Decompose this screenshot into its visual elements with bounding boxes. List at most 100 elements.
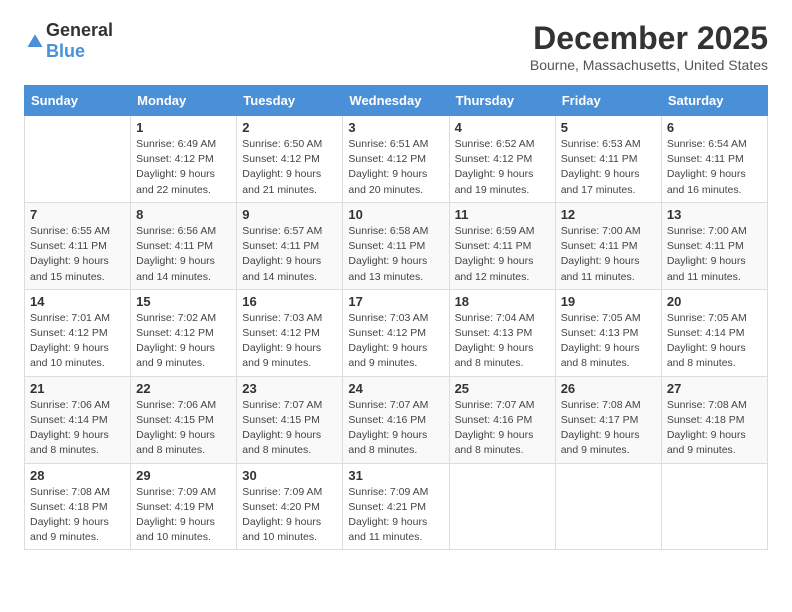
calendar-cell: 10Sunrise: 6:58 AM Sunset: 4:11 PM Dayli… — [343, 202, 449, 289]
calendar-week-2: 7Sunrise: 6:55 AM Sunset: 4:11 PM Daylig… — [25, 202, 768, 289]
day-info: Sunrise: 7:03 AM Sunset: 4:12 PM Dayligh… — [242, 311, 337, 372]
calendar-cell: 26 Sunrise: 7:08 AM Sunset: 4:17 PM Dayli… — [555, 376, 661, 463]
weekday-header-thursday: Thursday — [449, 86, 555, 116]
calendar-cell: 22 Sunrise: 7:06 AM Sunset: 4:15 PM Dayli… — [131, 376, 237, 463]
day-info: Sunrise: 6:54 AM Sunset: 4:11 PM Dayligh… — [667, 137, 762, 198]
day-info: Sunrise: 7:07 AM Sunset: 4:16 PM Dayligh… — [348, 398, 443, 459]
title-area: December 2025 Bourne, Massachusetts, Uni… — [530, 20, 768, 73]
day-number: 30 — [242, 468, 337, 483]
calendar-cell: 29Sunrise: 7:09 AM Sunset: 4:19 PM Dayli… — [131, 463, 237, 550]
day-info: Sunrise: 7:09 AM Sunset: 4:21 PM Dayligh… — [348, 485, 443, 546]
day-number: 20 — [667, 294, 762, 309]
day-info: Sunrise: 7:09 AM Sunset: 4:20 PM Dayligh… — [242, 485, 337, 546]
calendar-cell: 5 Sunrise: 6:53 AM Sunset: 4:11 PM Daylig… — [555, 116, 661, 203]
weekday-header-tuesday: Tuesday — [237, 86, 343, 116]
calendar-cell: 31 Sunrise: 7:09 AM Sunset: 4:21 PM Dayli… — [343, 463, 449, 550]
calendar-cell: 19 Sunrise: 7:05 AM Sunset: 4:13 PM Dayli… — [555, 289, 661, 376]
calendar-cell: 27Sunrise: 7:08 AM Sunset: 4:18 PM Dayli… — [661, 376, 767, 463]
logo-icon — [26, 32, 44, 50]
day-number: 16 — [242, 294, 337, 309]
day-info: Sunrise: 6:49 AM Sunset: 4:12 PM Dayligh… — [136, 137, 231, 198]
day-number: 27 — [667, 381, 762, 396]
calendar-cell — [25, 116, 131, 203]
location-subtitle: Bourne, Massachusetts, United States — [530, 57, 768, 73]
calendar-week-5: 28Sunrise: 7:08 AM Sunset: 4:18 PM Dayli… — [25, 463, 768, 550]
day-number: 18 — [455, 294, 550, 309]
day-info: Sunrise: 6:59 AM Sunset: 4:11 PM Dayligh… — [455, 224, 550, 285]
calendar-cell: 11 Sunrise: 6:59 AM Sunset: 4:11 PM Dayli… — [449, 202, 555, 289]
day-number: 28 — [30, 468, 125, 483]
calendar-cell: 14 Sunrise: 7:01 AM Sunset: 4:12 PM Dayli… — [25, 289, 131, 376]
calendar-cell: 24 Sunrise: 7:07 AM Sunset: 4:16 PM Dayli… — [343, 376, 449, 463]
day-number: 12 — [561, 207, 656, 222]
day-info: Sunrise: 6:57 AM Sunset: 4:11 PM Dayligh… — [242, 224, 337, 285]
weekday-header-monday: Monday — [131, 86, 237, 116]
day-number: 17 — [348, 294, 443, 309]
weekday-header-row: SundayMondayTuesdayWednesdayThursdayFrid… — [25, 86, 768, 116]
calendar-cell: 12 Sunrise: 7:00 AM Sunset: 4:11 PM Dayli… — [555, 202, 661, 289]
day-info: Sunrise: 7:06 AM Sunset: 4:15 PM Dayligh… — [136, 398, 231, 459]
day-number: 25 — [455, 381, 550, 396]
day-number: 7 — [30, 207, 125, 222]
day-number: 1 — [136, 120, 231, 135]
calendar-cell: 2Sunrise: 6:50 AM Sunset: 4:12 PM Daylig… — [237, 116, 343, 203]
day-info: Sunrise: 6:51 AM Sunset: 4:12 PM Dayligh… — [348, 137, 443, 198]
calendar-cell — [449, 463, 555, 550]
calendar-table: SundayMondayTuesdayWednesdayThursdayFrid… — [24, 85, 768, 550]
calendar-cell: 23Sunrise: 7:07 AM Sunset: 4:15 PM Dayli… — [237, 376, 343, 463]
calendar-cell: 21 Sunrise: 7:06 AM Sunset: 4:14 PM Dayli… — [25, 376, 131, 463]
day-number: 9 — [242, 207, 337, 222]
day-number: 14 — [30, 294, 125, 309]
weekday-header-friday: Friday — [555, 86, 661, 116]
calendar-cell: 7Sunrise: 6:55 AM Sunset: 4:11 PM Daylig… — [25, 202, 131, 289]
day-number: 22 — [136, 381, 231, 396]
day-number: 26 — [561, 381, 656, 396]
day-info: Sunrise: 7:08 AM Sunset: 4:17 PM Dayligh… — [561, 398, 656, 459]
calendar-cell: 30 Sunrise: 7:09 AM Sunset: 4:20 PM Dayli… — [237, 463, 343, 550]
day-info: Sunrise: 7:07 AM Sunset: 4:16 PM Dayligh… — [455, 398, 550, 459]
day-number: 11 — [455, 207, 550, 222]
day-number: 24 — [348, 381, 443, 396]
day-number: 2 — [242, 120, 337, 135]
day-info: Sunrise: 7:06 AM Sunset: 4:14 PM Dayligh… — [30, 398, 125, 459]
day-number: 23 — [242, 381, 337, 396]
calendar-cell: 1 Sunrise: 6:49 AM Sunset: 4:12 PM Daylig… — [131, 116, 237, 203]
day-number: 21 — [30, 381, 125, 396]
calendar-cell: 3Sunrise: 6:51 AM Sunset: 4:12 PM Daylig… — [343, 116, 449, 203]
calendar-cell: 4Sunrise: 6:52 AM Sunset: 4:12 PM Daylig… — [449, 116, 555, 203]
day-info: Sunrise: 7:09 AM Sunset: 4:19 PM Dayligh… — [136, 485, 231, 546]
calendar-cell — [555, 463, 661, 550]
logo-text-general: General — [46, 20, 113, 40]
calendar-cell: 25 Sunrise: 7:07 AM Sunset: 4:16 PM Dayli… — [449, 376, 555, 463]
logo-text-blue: Blue — [46, 41, 85, 61]
calendar-week-4: 21 Sunrise: 7:06 AM Sunset: 4:14 PM Dayli… — [25, 376, 768, 463]
day-number: 10 — [348, 207, 443, 222]
day-info: Sunrise: 7:05 AM Sunset: 4:13 PM Dayligh… — [561, 311, 656, 372]
header: General Blue December 2025 Bourne, Massa… — [24, 20, 768, 73]
day-number: 5 — [561, 120, 656, 135]
calendar-cell: 20 Sunrise: 7:05 AM Sunset: 4:14 PM Dayli… — [661, 289, 767, 376]
weekday-header-saturday: Saturday — [661, 86, 767, 116]
day-info: Sunrise: 7:04 AM Sunset: 4:13 PM Dayligh… — [455, 311, 550, 372]
day-info: Sunrise: 7:00 AM Sunset: 4:11 PM Dayligh… — [561, 224, 656, 285]
day-info: Sunrise: 7:02 AM Sunset: 4:12 PM Dayligh… — [136, 311, 231, 372]
day-info: Sunrise: 6:53 AM Sunset: 4:11 PM Dayligh… — [561, 137, 656, 198]
day-number: 31 — [348, 468, 443, 483]
day-info: Sunrise: 6:56 AM Sunset: 4:11 PM Dayligh… — [136, 224, 231, 285]
calendar-cell: 13Sunrise: 7:00 AM Sunset: 4:11 PM Dayli… — [661, 202, 767, 289]
calendar-cell: 18 Sunrise: 7:04 AM Sunset: 4:13 PM Dayli… — [449, 289, 555, 376]
day-number: 4 — [455, 120, 550, 135]
day-number: 19 — [561, 294, 656, 309]
day-info: Sunrise: 7:01 AM Sunset: 4:12 PM Dayligh… — [30, 311, 125, 372]
calendar-cell: 17 Sunrise: 7:03 AM Sunset: 4:12 PM Dayli… — [343, 289, 449, 376]
calendar-cell: 6 Sunrise: 6:54 AM Sunset: 4:11 PM Daylig… — [661, 116, 767, 203]
day-info: Sunrise: 7:03 AM Sunset: 4:12 PM Dayligh… — [348, 311, 443, 372]
day-number: 6 — [667, 120, 762, 135]
calendar-week-1: 1 Sunrise: 6:49 AM Sunset: 4:12 PM Daylig… — [25, 116, 768, 203]
weekday-header-wednesday: Wednesday — [343, 86, 449, 116]
day-number: 8 — [136, 207, 231, 222]
calendar-cell: 28Sunrise: 7:08 AM Sunset: 4:18 PM Dayli… — [25, 463, 131, 550]
day-info: Sunrise: 7:05 AM Sunset: 4:14 PM Dayligh… — [667, 311, 762, 372]
weekday-header-sunday: Sunday — [25, 86, 131, 116]
calendar-week-3: 14 Sunrise: 7:01 AM Sunset: 4:12 PM Dayli… — [25, 289, 768, 376]
